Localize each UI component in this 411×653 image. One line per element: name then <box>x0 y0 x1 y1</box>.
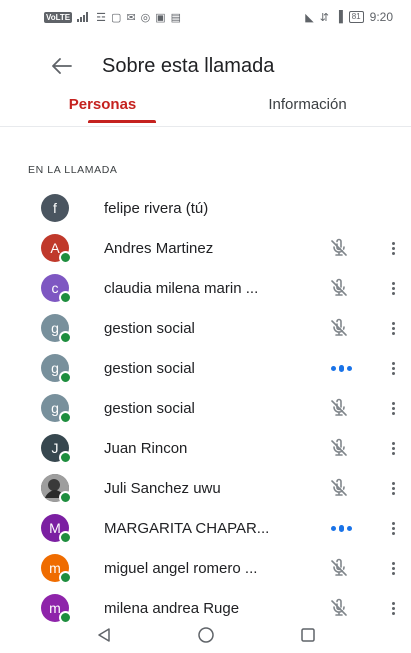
avatar: g <box>41 354 72 384</box>
participant-name: MARGARITA CHAPAR... <box>104 519 270 537</box>
more-options-button[interactable] <box>383 433 403 463</box>
arrow-back-icon <box>52 58 72 74</box>
online-indicator <box>59 331 72 344</box>
participant-row[interactable]: g gestion social <box>0 388 411 428</box>
nfc-icon: ▐ <box>334 11 343 23</box>
avatar: f <box>41 194 69 222</box>
online-indicator <box>59 571 72 584</box>
status-bar-left: VoLTE ☲ ▢ ✉ ◎ ▣ ▤ <box>44 11 181 24</box>
participant-row[interactable]: A Andres Martinez <box>0 228 411 268</box>
back-button[interactable] <box>40 44 84 88</box>
avatar-initial: c <box>51 280 59 296</box>
online-indicator <box>59 411 72 424</box>
avatar-initial: f <box>53 200 57 216</box>
participant-row[interactable]: Juli Sanchez uwu <box>0 468 411 508</box>
online-indicator <box>59 251 72 264</box>
participant-name: Juan Rincon <box>104 439 188 457</box>
avatar: M <box>41 514 72 544</box>
avatar: c <box>41 274 72 304</box>
avatar: J <box>41 434 72 464</box>
participant-row[interactable]: m miguel angel romero ... <box>0 548 411 588</box>
audio-level-icon <box>326 355 356 381</box>
mic-off-icon <box>326 435 352 461</box>
online-indicator <box>59 451 72 464</box>
nav-back-button[interactable] <box>84 620 124 650</box>
mic-off-icon <box>326 275 352 301</box>
mic-off-icon <box>326 395 352 421</box>
mail-icon: ✉ <box>126 11 136 24</box>
online-indicator <box>59 371 72 384</box>
more-options-button[interactable] <box>383 393 403 423</box>
participant-name: gestion social <box>104 399 195 417</box>
more-options-button[interactable] <box>383 513 403 543</box>
app-icon: ▣ <box>155 11 166 24</box>
signal-icon <box>77 12 89 22</box>
triangle-back-icon <box>97 628 110 642</box>
avatar-initial: A <box>50 240 60 256</box>
participant-name: gestion social <box>104 359 195 377</box>
avatar: g <box>41 314 72 344</box>
participant-row[interactable]: J Juan Rincon <box>0 428 411 468</box>
more-options-button[interactable] <box>383 233 403 263</box>
participant-name: felipe rivera (tú) <box>104 199 209 217</box>
notification-icon: ▢ <box>111 11 122 24</box>
more-options-button[interactable] <box>383 313 403 343</box>
participant-name: gestion social <box>104 319 195 337</box>
page-title: Sobre esta llamada <box>102 54 275 77</box>
online-indicator <box>59 291 72 304</box>
circle-home-icon <box>197 627 214 643</box>
section-header: EN LA LLAMADA <box>28 164 118 176</box>
more-options-button[interactable] <box>383 353 403 383</box>
gallery-icon: ▤ <box>170 11 182 24</box>
status-bar: VoLTE ☲ ▢ ✉ ◎ ▣ ▤ ◣ ⇵ ▐ 81 9:20 <box>0 0 411 34</box>
nav-recents-button[interactable] <box>288 620 328 650</box>
active-tab-indicator <box>88 120 156 123</box>
app-bar: Sobre esta llamada <box>0 42 411 90</box>
more-options-button[interactable] <box>383 273 403 303</box>
volte-badge: VoLTE <box>44 11 73 23</box>
avatar-initial: J <box>51 440 59 456</box>
participant-name: Juli Sanchez uwu <box>104 479 221 497</box>
participant-name: claudia milena marin ... <box>104 279 259 297</box>
nav-home-button[interactable] <box>186 620 226 650</box>
avatar: m <box>41 554 72 584</box>
participant-name: miguel angel romero ... <box>104 559 258 577</box>
mic-off-icon <box>326 235 352 261</box>
participant-name: milena andrea Ruge <box>104 599 240 617</box>
mic-off-icon <box>326 555 352 581</box>
online-indicator <box>59 491 72 504</box>
more-options-button[interactable] <box>383 473 403 503</box>
avatar-initial: g <box>51 320 59 336</box>
avatar <box>41 474 72 504</box>
participant-row[interactable]: g gestion social <box>0 348 411 388</box>
avatar-initial: g <box>51 400 59 416</box>
audio-level-icon <box>326 515 356 541</box>
tab-divider <box>0 126 411 127</box>
mute-notifications-icon: ◣ <box>305 11 314 24</box>
avatar-initial: g <box>51 360 59 376</box>
tab-bar: Personas Información <box>0 88 411 126</box>
status-bar-right: ◣ ⇵ ▐ 81 9:20 <box>305 10 393 24</box>
avatar: g <box>41 394 72 424</box>
system-nav-bar <box>0 617 411 653</box>
clock: 9:20 <box>369 10 393 24</box>
square-recents-icon <box>300 628 315 642</box>
more-options-button[interactable] <box>383 553 403 583</box>
mic-off-icon <box>326 315 352 341</box>
participant-list: f felipe rivera (tú) A Andres Martinez c clau… <box>0 188 411 628</box>
instagram-icon: ◎ <box>140 11 151 24</box>
mic-off-icon <box>326 475 352 501</box>
online-indicator <box>59 531 72 544</box>
tab-informacion[interactable]: Información <box>205 88 410 126</box>
participant-row[interactable]: f felipe rivera (tú) <box>0 188 411 228</box>
battery-icon: 81 <box>348 11 364 23</box>
participant-row[interactable]: c claudia milena marin ... <box>0 268 411 308</box>
participant-name: Andres Martinez <box>104 239 214 257</box>
vibrate-icon: ⇵ <box>319 11 329 24</box>
participant-row[interactable]: g gestion social <box>0 308 411 348</box>
participant-row[interactable]: M MARGARITA CHAPAR... <box>0 508 411 548</box>
avatar: A <box>41 234 72 264</box>
wifi-icon: ☲ <box>96 11 107 24</box>
